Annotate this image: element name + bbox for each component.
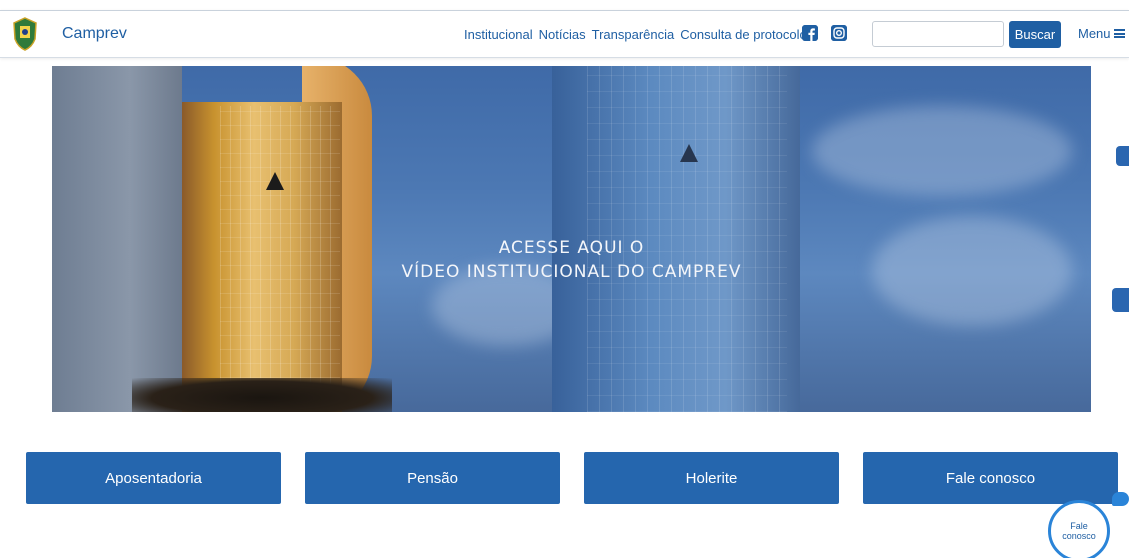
sign-language-icon[interactable] bbox=[1112, 288, 1129, 312]
quick-links: Aposentadoria Pensão Holerite Fale conos… bbox=[26, 452, 1118, 504]
chat-icon[interactable] bbox=[1112, 492, 1129, 506]
hero-cloud bbox=[812, 106, 1072, 196]
nav-institucional[interactable]: Institucional bbox=[464, 27, 533, 42]
menu-icon bbox=[1113, 29, 1125, 38]
main-nav: Institucional Notícias Transparência Con… bbox=[464, 27, 813, 42]
pensao-button[interactable]: Pensão bbox=[305, 452, 560, 504]
nav-noticias[interactable]: Notícias bbox=[539, 27, 586, 42]
menu-button[interactable]: Menu bbox=[1078, 26, 1125, 41]
chat-widget-button[interactable]: Fale conosco bbox=[1048, 500, 1110, 558]
chat-label-line2: conosco bbox=[1062, 531, 1096, 541]
fale-conosco-button[interactable]: Fale conosco bbox=[863, 452, 1118, 504]
hero-trees bbox=[132, 378, 392, 412]
nav-transparencia[interactable]: Transparência bbox=[592, 27, 675, 42]
chat-label-line1: Fale bbox=[1070, 521, 1088, 531]
nav-consulta-protocolo[interactable]: Consulta de protocolo bbox=[680, 27, 806, 42]
hero-video-banner[interactable]: ACESSE AQUI O VÍDEO INSTITUCIONAL DO CAM… bbox=[52, 66, 1091, 412]
instagram-icon[interactable] bbox=[831, 25, 847, 41]
top-navbar: Camprev Institucional Notícias Transparê… bbox=[0, 10, 1129, 58]
search-input[interactable] bbox=[872, 21, 1004, 47]
aposentadoria-button[interactable]: Aposentadoria bbox=[26, 452, 281, 504]
hero-caption-line2: VÍDEO INSTITUCIONAL DO CAMPREV bbox=[401, 262, 742, 282]
holerite-button[interactable]: Holerite bbox=[584, 452, 839, 504]
menu-label: Menu bbox=[1078, 26, 1111, 41]
facebook-icon[interactable] bbox=[802, 25, 818, 41]
hero-caption: ACESSE AQUI O VÍDEO INSTITUCIONAL DO CAM… bbox=[52, 236, 1091, 284]
accessibility-icon[interactable] bbox=[1116, 146, 1129, 166]
hero-window-shape bbox=[266, 172, 284, 190]
camprev-logo-icon[interactable] bbox=[12, 17, 38, 51]
brand-name[interactable]: Camprev bbox=[62, 25, 127, 43]
hero-window-shape bbox=[680, 144, 698, 162]
search-button[interactable]: Buscar bbox=[1009, 21, 1061, 48]
hero-caption-line1: ACESSE AQUI O bbox=[498, 238, 645, 258]
